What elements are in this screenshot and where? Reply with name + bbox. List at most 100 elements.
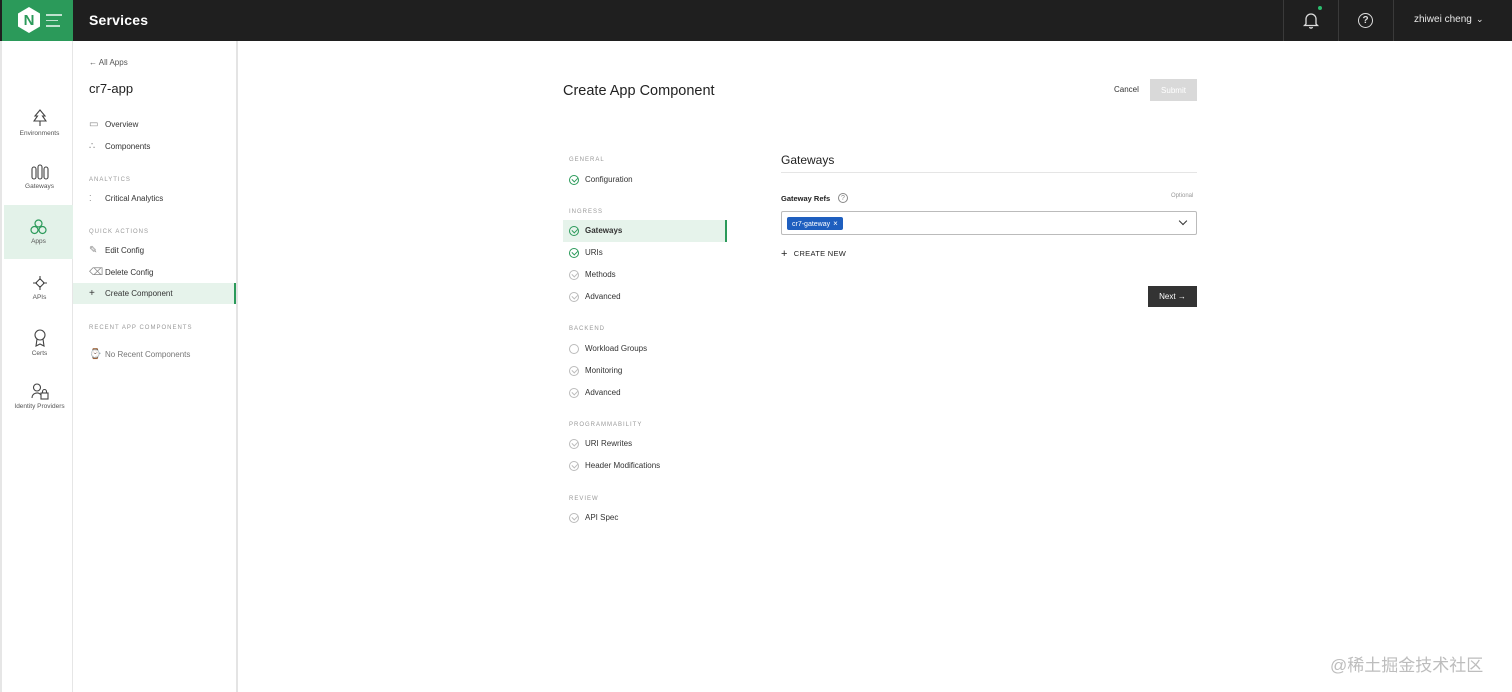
close-icon[interactable]: × <box>833 219 838 228</box>
nginx-logo[interactable]: N <box>2 0 73 41</box>
step-heading: BACKEND <box>569 326 606 332</box>
rail-item-label: APIs <box>32 294 47 301</box>
check-circle-icon <box>569 175 579 185</box>
nav-item-create-component[interactable]: + Create Component <box>73 283 236 304</box>
plus-icon: + <box>89 288 95 299</box>
identity-providers-icon <box>30 383 49 400</box>
watermark: @稀土掘金技术社区 <box>1330 656 1484 675</box>
step-heading: REVIEW <box>569 496 599 502</box>
divider <box>1283 0 1284 41</box>
nav-item-label: Critical Analytics <box>105 194 164 203</box>
step-configuration[interactable]: Configuration <box>563 169 727 191</box>
step-label: Advanced <box>585 388 621 397</box>
empty-circle-icon <box>569 344 579 354</box>
step-workload-groups[interactable]: Workload Groups <box>563 338 727 360</box>
check-circle-icon <box>569 513 579 523</box>
next-button[interactable]: Next → <box>1148 286 1197 307</box>
tree-icon <box>32 109 47 126</box>
rail-item-certs[interactable]: Certs <box>4 329 75 383</box>
rail-item-label: Environments <box>19 130 60 137</box>
step-uri-rewrites[interactable]: URI Rewrites <box>563 433 727 455</box>
step-uris[interactable]: URIs <box>563 242 727 264</box>
rail-item-identity-providers[interactable]: Identity Providers <box>4 383 75 437</box>
apis-icon <box>32 276 47 290</box>
step-methods[interactable]: Methods <box>563 264 727 286</box>
certs-icon <box>33 329 46 347</box>
step-api-spec[interactable]: API Spec <box>563 507 727 529</box>
nav-item-label: Delete Config <box>105 268 154 277</box>
edit-icon: ✎ <box>89 245 98 256</box>
nav-item-label: Components <box>105 142 151 151</box>
step-label: Monitoring <box>585 366 623 375</box>
nav-item-critical-analytics[interactable]: ⁚ Critical Analytics <box>73 188 236 209</box>
section-title: Gateways <box>781 153 835 167</box>
step-label: Workload Groups <box>585 344 648 353</box>
chevron-down-icon[interactable] <box>1178 216 1188 226</box>
step-header-modifications[interactable]: Header Modifications <box>563 455 727 477</box>
check-circle-icon <box>569 439 579 449</box>
monitor-icon: ▭ <box>89 119 99 130</box>
step-label: API Spec <box>585 513 619 522</box>
step-label: Configuration <box>585 175 633 184</box>
rail-item-label: Certs <box>31 350 48 357</box>
step-gateways[interactable]: Gateways <box>563 220 727 242</box>
section-heading: QUICK ACTIONS <box>89 229 150 235</box>
create-new-button[interactable]: + CREATE NEW <box>781 248 846 260</box>
step-monitoring[interactable]: Monitoring <box>563 360 727 382</box>
page-title: Services <box>89 12 149 28</box>
check-circle-icon <box>569 388 579 398</box>
gateway-refs-label: Gateway Refs <box>781 194 831 203</box>
bell-icon[interactable] <box>1303 11 1319 29</box>
rail-item-apps[interactable]: Apps <box>4 205 75 259</box>
nav-item-delete-config[interactable]: ⌫ Delete Config <box>73 262 236 283</box>
check-circle-icon <box>569 461 579 471</box>
top-bar: N Services ? zhiwei cheng ⌄ <box>0 0 1512 41</box>
back-link-label: All Apps <box>98 58 128 67</box>
create-new-label: CREATE NEW <box>793 249 847 258</box>
divider <box>781 172 1197 173</box>
divider <box>1393 0 1394 41</box>
arrow-left-icon: ← <box>89 58 97 67</box>
chevron-down-icon[interactable]: ⌄ <box>1476 14 1484 25</box>
step-label: URI Rewrites <box>585 439 633 448</box>
submit-button[interactable]: Submit <box>1150 79 1197 101</box>
step-heading: PROGRAMMABILITY <box>569 422 643 428</box>
app-sidebar: ← All Apps cr7-app ▭ Overview ∴ Componen… <box>73 41 238 692</box>
rail-item-label: Gateways <box>25 183 54 190</box>
nav-item-components[interactable]: ∴ Components <box>73 136 236 157</box>
notification-dot <box>1318 6 1322 10</box>
gateway-refs-select[interactable]: cr7-gateway × <box>781 211 1197 235</box>
logo-hex-icon: N <box>18 7 40 33</box>
nav-item-edit-config[interactable]: ✎ Edit Config <box>73 240 236 261</box>
step-backend-advanced[interactable]: Advanced <box>563 382 727 404</box>
chart-icon: ⁚ <box>89 194 92 203</box>
step-heading: GENERAL <box>569 157 605 163</box>
rail-item-apis[interactable]: APIs <box>4 275 75 329</box>
delete-icon: ⌫ <box>89 267 104 278</box>
gateway-chip-label: cr7-gateway <box>792 221 831 228</box>
help-icon[interactable]: ? <box>838 193 848 203</box>
nav-item-label: Create Component <box>105 289 173 298</box>
step-label: Methods <box>585 270 616 279</box>
gateway-chip: cr7-gateway × <box>787 217 843 230</box>
divider <box>1338 0 1339 41</box>
menu-lines-icon <box>46 14 62 31</box>
section-heading: RECENT APP COMPONENTS <box>89 325 193 331</box>
form-title: Create App Component <box>563 83 715 99</box>
nav-item-overview[interactable]: ▭ Overview <box>73 114 236 135</box>
user-menu[interactable]: zhiwei cheng <box>1414 14 1472 25</box>
help-icon[interactable]: ? <box>1358 13 1373 28</box>
step-heading: INGRESS <box>569 209 604 215</box>
step-label: Advanced <box>585 292 621 301</box>
recent-components-empty: ⌚ No Recent Components <box>73 344 236 365</box>
app-name: cr7-app <box>89 81 134 96</box>
rail-item-environments[interactable]: Environments <box>4 109 75 163</box>
back-link[interactable]: ← All Apps <box>89 58 128 67</box>
check-circle-icon <box>569 226 579 236</box>
step-ingress-advanced[interactable]: Advanced <box>563 286 727 308</box>
nav-item-label: Edit Config <box>105 246 145 255</box>
step-label: Header Modifications <box>585 461 661 470</box>
components-icon: ∴ <box>89 141 96 152</box>
cancel-button[interactable]: Cancel <box>1110 82 1143 97</box>
left-rail: Environments Gateways Apps APIs Certs Id… <box>0 41 75 692</box>
